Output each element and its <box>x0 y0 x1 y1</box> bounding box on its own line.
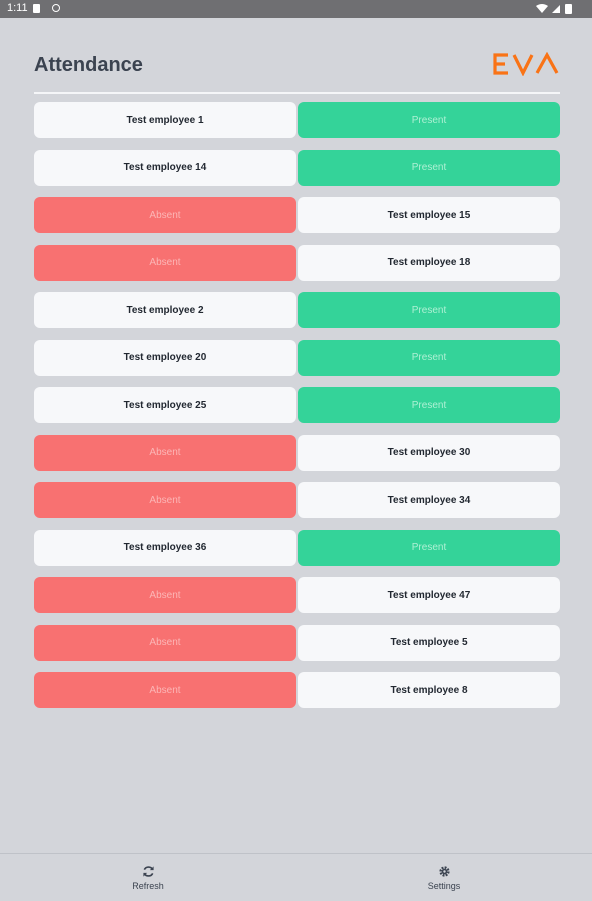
attendance-row: Absent Test employee 34 <box>34 482 560 518</box>
employee-name-cell[interactable]: Test employee 36 <box>34 529 296 566</box>
employee-name-cell[interactable]: Test employee 14 <box>34 149 296 186</box>
bottom-nav: Refresh Settings <box>0 853 592 901</box>
absent-status-button[interactable]: Absent <box>34 434 296 471</box>
employee-name-cell[interactable]: Test employee 1 <box>34 102 296 138</box>
employee-name-cell[interactable]: Test employee 30 <box>298 434 560 471</box>
employee-name-cell[interactable]: Test employee 47 <box>298 577 560 613</box>
employee-name-cell[interactable]: Test employee 2 <box>34 292 296 328</box>
attendance-row: Absent Test employee 47 <box>34 577 560 613</box>
attendance-row: Absent Test employee 8 <box>34 672 560 708</box>
absent-status-button[interactable]: Absent <box>34 577 296 613</box>
attendance-list: Test employee 1 Present Test employee 14 Pr… <box>34 102 560 720</box>
status-time: 1:11 <box>7 2 28 14</box>
attendance-row: Test employee 2 Present <box>34 292 560 328</box>
attendance-row: Test employee 25 Present <box>34 387 560 423</box>
eva-logo-graphic <box>493 51 559 77</box>
attendance-row: Absent Test employee 15 <box>34 197 560 233</box>
present-status-button[interactable]: Present <box>298 387 560 423</box>
employee-name-cell[interactable]: Test employee 15 <box>298 197 560 233</box>
page-header: Attendance <box>34 48 560 94</box>
attendance-row: Absent Test employee 18 <box>34 244 560 281</box>
attendance-row: Test employee 36 Present <box>34 529 560 566</box>
settings-button[interactable]: Settings <box>296 854 592 901</box>
attendance-row: Absent Test employee 5 <box>34 624 560 661</box>
refresh-label: Refresh <box>132 880 164 891</box>
system-icons <box>534 3 578 18</box>
refresh-icon <box>142 865 154 877</box>
employee-name-cell[interactable]: Test employee 8 <box>298 672 560 708</box>
employee-name-cell[interactable]: Test employee 20 <box>34 339 296 376</box>
gear-icon <box>438 865 450 877</box>
attendance-row: Test employee 14 Present <box>34 149 560 186</box>
sync-icon <box>52 4 60 12</box>
attendance-row: Test employee 20 Present <box>34 339 560 376</box>
absent-status-button[interactable]: Absent <box>34 624 296 661</box>
employee-name-cell[interactable]: Test employee 34 <box>298 482 560 518</box>
present-status-button[interactable]: Present <box>298 339 560 376</box>
refresh-button[interactable]: Refresh <box>0 854 296 901</box>
absent-status-button[interactable]: Absent <box>34 672 296 708</box>
status-bar: 1:11 <box>0 0 592 18</box>
absent-status-button[interactable]: Absent <box>34 244 296 281</box>
attendance-row: Absent Test employee 30 <box>34 434 560 471</box>
employee-name-cell[interactable]: Test employee 25 <box>34 387 296 423</box>
present-status-button[interactable]: Present <box>298 292 560 328</box>
present-status-button[interactable]: Present <box>298 529 560 566</box>
page-title: Attendance <box>34 54 143 76</box>
absent-status-button[interactable]: Absent <box>34 482 296 518</box>
present-status-button[interactable]: Present <box>298 149 560 186</box>
eva-logo <box>492 51 560 81</box>
employee-name-cell[interactable]: Test employee 5 <box>298 624 560 661</box>
wifi-battery-icon <box>536 4 572 14</box>
attendance-row: Test employee 1 Present <box>34 102 560 138</box>
employee-name-cell[interactable]: Test employee 18 <box>298 244 560 281</box>
present-status-button[interactable]: Present <box>298 102 560 138</box>
notification-icon <box>33 4 40 13</box>
absent-status-button[interactable]: Absent <box>34 197 296 233</box>
settings-label: Settings <box>427 880 461 891</box>
